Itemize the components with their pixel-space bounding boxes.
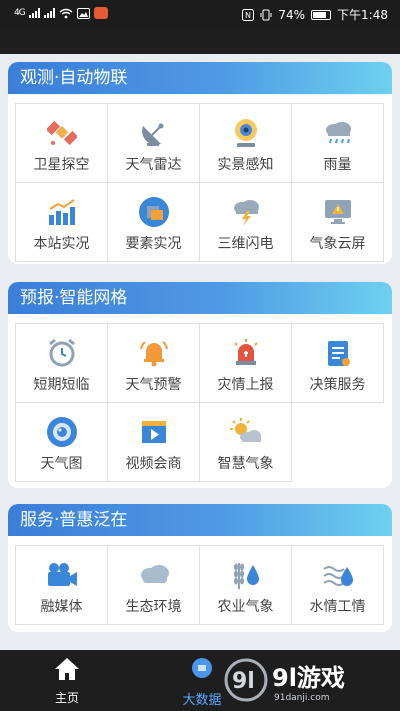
network-type: 4G (14, 8, 26, 18)
app-top-bar (0, 28, 400, 54)
grid-item-media[interactable]: 融媒体 (16, 546, 108, 625)
section-title: 服务·普惠泛在 (8, 504, 392, 536)
grid-item-short-term[interactable]: 短期短临 (16, 324, 108, 403)
grid-item-label: 农业气象 (217, 599, 274, 615)
home-icon (55, 658, 79, 680)
svg-text:9l游戏: 9l游戏 (272, 664, 345, 692)
section-title: 预报·智能网格 (8, 282, 392, 314)
app-notification-icon (93, 7, 108, 19)
grid-item-label: 本站实况 (33, 236, 90, 252)
grid-item-rainfall[interactable]: 雨量 (292, 104, 384, 183)
grid-item-label: 融媒体 (40, 599, 83, 615)
grid-item-cloud-screen[interactable]: 气象云屏 (292, 183, 384, 262)
nav-home-tab[interactable]: 主页 (40, 657, 94, 706)
svg-text:91danji.com: 91danji.com (274, 693, 329, 703)
grid-item-label: 雨量 (323, 157, 352, 173)
nfc-icon: N (242, 8, 255, 21)
battery-percent: 74% (278, 7, 306, 22)
grid-item-label: 气象云屏 (309, 236, 366, 252)
video-icon (141, 421, 166, 443)
vibrate-icon (260, 9, 272, 20)
grid-item-agriculture[interactable]: 农业气象 (200, 546, 292, 625)
grid-item-warning[interactable]: 天气预警 (108, 324, 200, 403)
element-icon (138, 197, 169, 227)
big-data-icon (192, 658, 212, 678)
grid-item-label: 卫星探空 (33, 157, 90, 173)
grid-item-label: 要素实况 (125, 236, 182, 252)
section-forecast: 预报·智能网格 短期短临 天气预警 灾情上报 决策服务 天气图 视频会商 智慧气… (8, 282, 392, 488)
rain-cloud-icon (325, 122, 351, 144)
image-notification-icon (76, 7, 90, 19)
webcam-icon (234, 119, 257, 147)
wheat-drop-icon (233, 563, 259, 589)
grid-item-station[interactable]: 本站实况 (16, 183, 108, 262)
grid-item-label: 实景感知 (217, 157, 274, 173)
signal-2-icon (43, 8, 55, 18)
grid-item-video-conference[interactable]: 视频会商 (108, 403, 200, 482)
eye-icon (46, 417, 77, 447)
radar-icon (141, 123, 163, 146)
watermark-logo: 9l 9l游戏 91danji.com (224, 658, 345, 703)
grid-item-label: 天气预警 (125, 377, 182, 393)
clock: 下午1:48 (337, 8, 388, 22)
grid-item-label: 智慧气象 (217, 456, 274, 472)
grid-item-label: 天气雷达 (125, 157, 182, 173)
grid-item-satellite[interactable]: 卫星探空 (16, 104, 108, 183)
grid-item-live-view[interactable]: 实景感知 (200, 104, 292, 183)
cloud-icon (140, 565, 169, 583)
grid-item-label: 水情工情 (309, 599, 366, 615)
svg-text:9l: 9l (232, 669, 255, 694)
grid-item-lightning[interactable]: 三维闪电 (200, 183, 292, 262)
section-title: 观测·自动物联 (8, 62, 392, 94)
clipboard-icon (327, 341, 350, 366)
section-observation: 观测·自动物联 卫星探空 天气雷达 实景感知 雨量 本站实况 要素实况 三维闪电 (8, 62, 392, 264)
battery-icon (311, 9, 332, 20)
satellite-icon (46, 120, 77, 146)
signal-icon (28, 8, 40, 18)
section-grid: 融媒体 生态环境 农业气象 水情工情 (15, 545, 384, 625)
monitor-icon (324, 200, 351, 224)
grid-item-weather-map[interactable]: 天气图 (16, 403, 108, 482)
alarm-clock-icon (48, 338, 75, 367)
grid-item-label: 灾情上报 (217, 377, 274, 393)
watermark: 9l 9l游戏 91danji.com (216, 656, 392, 704)
grid-item-radar[interactable]: 天气雷达 (108, 104, 200, 183)
camera-icon (47, 563, 77, 586)
grid-item-label: 视频会商 (125, 456, 182, 472)
grid-item-smart-weather[interactable]: 智慧气象 (200, 403, 292, 482)
svg-text:N: N (245, 11, 251, 20)
grid-item-ecology[interactable]: 生态环境 (108, 546, 200, 625)
status-bar: 4G N 74% 下午1:48 (0, 0, 400, 28)
siren-icon (233, 339, 258, 365)
section-grid: 短期短临 天气预警 灾情上报 决策服务 天气图 视频会商 智慧气象 (15, 323, 384, 482)
grid-item-label: 三维闪电 (217, 236, 274, 252)
grid-item-hydrology[interactable]: 水情工情 (292, 546, 384, 625)
bell-icon (139, 341, 168, 367)
grid-item-label: 生态环境 (125, 599, 182, 615)
grid-item-disaster-report[interactable]: 灾情上报 (200, 324, 292, 403)
water-icon (322, 566, 353, 586)
lightning-icon (233, 200, 259, 226)
section-service: 服务·普惠泛在 融媒体 生态环境 农业气象 水情工情 (8, 504, 392, 632)
wifi-icon (59, 8, 73, 18)
nav-home-label: 主页 (54, 691, 79, 705)
grid-item-decision[interactable]: 决策服务 (292, 324, 384, 403)
grid-item-label: 决策服务 (309, 377, 366, 393)
section-grid: 卫星探空 天气雷达 实景感知 雨量 本站实况 要素实况 三维闪电 气象云屏 (15, 103, 384, 262)
bar-chart-icon (48, 199, 75, 225)
sun-cloud-icon (229, 418, 261, 442)
grid-item-label: 短期短临 (33, 377, 90, 393)
grid-item-label: 天气图 (40, 456, 83, 472)
grid-item-elements[interactable]: 要素实况 (108, 183, 200, 262)
